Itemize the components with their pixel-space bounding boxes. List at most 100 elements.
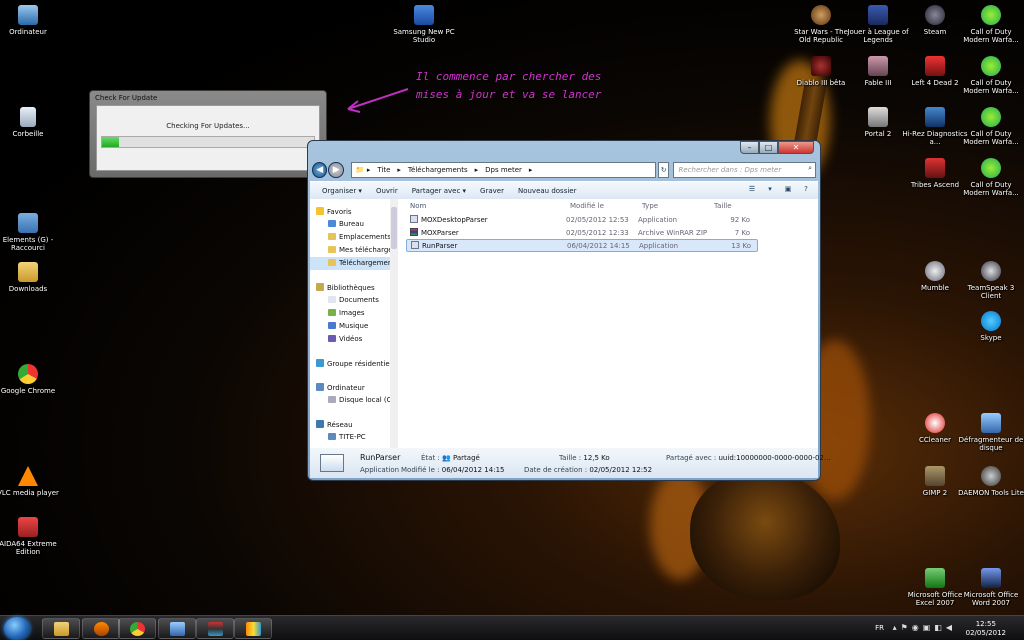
desktop-icon-chrome[interactable]: Google Chrome (0, 364, 61, 395)
refresh-button[interactable]: ↻ (657, 162, 670, 178)
minimize-button[interactable]: – (740, 141, 759, 154)
nav-favorites[interactable]: Favoris (310, 206, 397, 218)
column-size[interactable]: Taille (710, 202, 754, 210)
navigation-bar: ◀ ▶ 📁 ▸ Tite ▸ Téléchargements ▸ Dps meter… (312, 161, 816, 179)
close-button[interactable]: ✕ (778, 141, 814, 154)
nav-computer[interactable]: Ordinateur (310, 382, 397, 394)
explorer-window: – □ ✕ ◀ ▶ 📁 ▸ Tite ▸ Téléchargements ▸ Dps… (307, 140, 831, 481)
view-options-icon[interactable]: ☰ (746, 185, 758, 197)
desktop-icon-cod-4[interactable]: Call of Duty Modern Warfa... (958, 158, 1024, 197)
file-thumbnail-icon (320, 454, 344, 472)
maximize-button[interactable]: □ (759, 141, 778, 154)
desktop-icon-cod-1[interactable]: Call of Duty Modern Warfa... (958, 5, 1024, 44)
address-bar[interactable]: 📁 ▸ Tite ▸ Téléchargements ▸ Dps meter ▸ (350, 162, 656, 178)
share-button[interactable]: Partager avec ▾ (412, 187, 466, 195)
taskbar-paint-button[interactable] (158, 618, 196, 639)
view-controls: ☰ ▾ ▣ ? (746, 185, 818, 197)
desktop-icon-cod-2[interactable]: Call of Duty Modern Warfa... (958, 56, 1024, 95)
preview-pane-icon[interactable]: ▣ (782, 185, 794, 197)
desktop-icon-computer[interactable]: Ordinateur (0, 5, 61, 36)
breadcrumb-tite[interactable]: Tite (377, 166, 390, 174)
nav-libraries[interactable]: Bibliothèques (310, 282, 397, 294)
search-icon: ⌕ (808, 164, 812, 172)
file-row[interactable]: MOXDesktopParser 02/05/2012 12:53 Applic… (406, 213, 758, 226)
details-created: Date de création : 02/05/2012 12:52 (524, 466, 653, 474)
details-size: Taille : 12,5 Ko (559, 454, 610, 462)
file-row-selected[interactable]: RunParser 06/04/2012 14:15 Application 1… (406, 239, 758, 252)
desktop-icon-teamspeak[interactable]: TeamSpeak 3 Client (958, 261, 1024, 300)
desktop-icon-aida64[interactable]: AIDA64 Extreme Edition (0, 517, 61, 556)
start-button[interactable] (4, 617, 30, 640)
chevron-down-icon[interactable]: ▾ (764, 185, 776, 197)
nav-item-music[interactable]: Musique (310, 320, 397, 333)
desktop-icon-elements[interactable]: Elements (G) - Raccourci (0, 213, 61, 252)
daemon-icon (981, 466, 1001, 486)
desktop-icon-cod-3[interactable]: Call of Duty Modern Warfa... (958, 107, 1024, 146)
open-button[interactable]: Ouvrir (376, 187, 398, 195)
burn-button[interactable]: Graver (480, 187, 504, 195)
chrome-icon (130, 622, 145, 636)
column-name[interactable]: Nom (406, 202, 566, 210)
nav-item-documents[interactable]: Documents (310, 294, 397, 307)
league-icon (868, 5, 888, 25)
chrome-icon (18, 364, 38, 384)
folder-icon (328, 233, 336, 240)
nav-item-telechargements[interactable]: Téléchargements (310, 257, 397, 270)
teamspeak-icon (981, 261, 1001, 281)
system-tray[interactable]: ▴⚑◉▣◧◀ (893, 623, 956, 632)
fable-icon (868, 56, 888, 76)
file-row[interactable]: MOXParser 02/05/2012 12:33 Archive WinRA… (406, 226, 758, 239)
nav-item-bureau[interactable]: Bureau (310, 218, 397, 231)
help-icon[interactable]: ? (800, 185, 812, 197)
desktop-icon-vlc[interactable]: VLC media player (0, 466, 61, 497)
taskbar-window-button[interactable] (234, 618, 272, 639)
vlc-icon (18, 466, 38, 486)
nav-network[interactable]: Réseau (310, 419, 397, 431)
taskbar-chrome-button[interactable] (118, 618, 156, 639)
nav-item-images[interactable]: Images (310, 307, 397, 320)
downloads-folder-icon (18, 262, 38, 282)
desktop-icon-daemon[interactable]: DAEMON Tools Lite (958, 466, 1024, 497)
folder-icon: 📁 ▸ (355, 166, 371, 174)
desktop-icon-defrag[interactable]: Défragmenteur de disque (958, 413, 1024, 452)
nav-homegroup[interactable]: Groupe résidentiel (310, 358, 397, 370)
nav-item-local-disk[interactable]: Disque local (C:) (310, 394, 397, 407)
aida64-icon (18, 517, 38, 537)
taskbar-app-button[interactable] (196, 618, 234, 639)
nav-item-recent-places[interactable]: Emplacements ré (310, 231, 397, 244)
details-filename: RunParser (360, 453, 401, 462)
back-button[interactable]: ◀ (312, 162, 328, 178)
breadcrumb-dps-meter[interactable]: Dps meter (485, 166, 522, 174)
check-for-update-window: Check For Update Checking For Updates... (89, 90, 327, 178)
nav-item-my-downloads[interactable]: Mes téléchargem (310, 244, 397, 257)
nav-scrollbar[interactable] (390, 199, 398, 448)
network-icon (316, 420, 324, 428)
taskbar-media-player-button[interactable] (82, 618, 120, 639)
desktop-icon-skype[interactable]: Skype (958, 311, 1024, 342)
language-indicator[interactable]: FR (875, 624, 884, 632)
window-controls: – □ ✕ (740, 141, 814, 154)
command-bar: Organiser ▾ Ouvrir Partager avec ▾ Grave… (310, 181, 818, 199)
taskbar-explorer-button[interactable] (42, 618, 80, 639)
window-icon (246, 622, 261, 636)
desktop-icon-word[interactable]: Microsoft Office Word 2007 (958, 568, 1024, 607)
desktop-icon-downloads[interactable]: Downloads (0, 262, 61, 293)
column-type[interactable]: Type (638, 202, 710, 210)
nav-item-tite-pc[interactable]: TITE-PC (310, 431, 397, 444)
desktop-icon-recycle-bin[interactable]: Corbeille (0, 107, 61, 138)
forward-button[interactable]: ▶ (328, 162, 344, 178)
desktop-icon-samsung[interactable]: Samsung New PC Studio (391, 5, 457, 44)
clock[interactable]: 12:55 02/05/2012 (966, 620, 1006, 638)
skype-icon (981, 311, 1001, 331)
diablo-icon (811, 56, 831, 76)
column-modified[interactable]: Modifié le (566, 202, 638, 210)
annotation-text: Il commence par chercher des mises à jou… (416, 70, 602, 101)
content-area: Favoris Bureau Emplacements ré Mes téléc… (310, 199, 818, 448)
application-icon (411, 241, 419, 249)
new-folder-button[interactable]: Nouveau dossier (518, 187, 577, 195)
scrollbar-thumb[interactable] (391, 207, 397, 249)
organize-button[interactable]: Organiser ▾ (322, 187, 362, 195)
nav-item-videos[interactable]: Vidéos (310, 333, 397, 346)
search-input[interactable]: Rechercher dans : Dps meter ⌕ (673, 162, 816, 178)
breadcrumb-telechargements[interactable]: Téléchargements (408, 166, 468, 174)
